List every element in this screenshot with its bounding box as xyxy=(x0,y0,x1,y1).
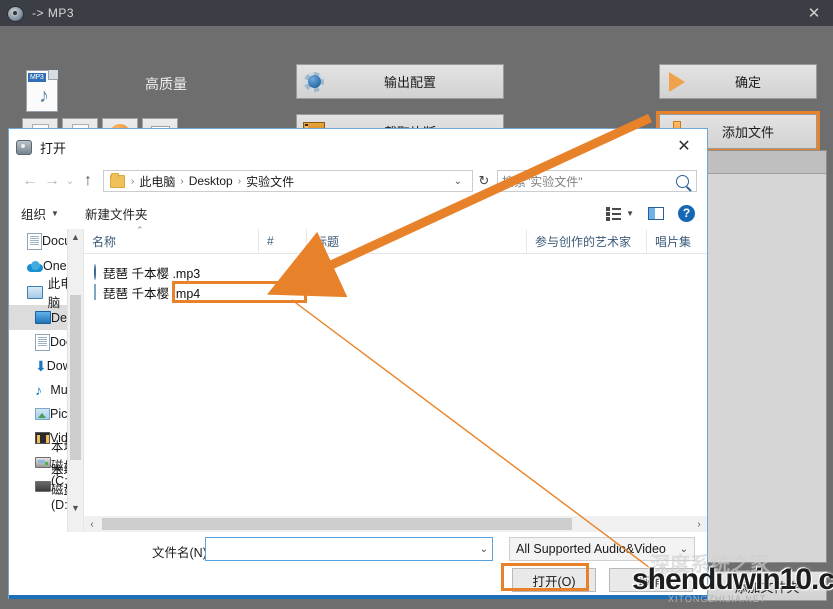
document-icon xyxy=(35,333,50,351)
watermark-text: shenduwin10.com xyxy=(632,563,833,596)
watermark-subtext: XITONGZHIJIA.NET xyxy=(668,594,767,604)
app-title: -> MP3 xyxy=(32,6,75,20)
dialog-footer: 文件名(N): ⌄ All Supported Audio&Video ⌄ 打开… xyxy=(9,532,707,599)
back-icon[interactable]: ← xyxy=(19,172,41,190)
file-queue-header xyxy=(708,151,826,174)
preview-pane-icon[interactable] xyxy=(648,206,664,220)
scroll-left-icon[interactable]: ‹ xyxy=(84,519,100,530)
scroll-right-icon[interactable]: › xyxy=(691,519,707,530)
output-config-button[interactable]: 输出配置 xyxy=(296,64,504,99)
view-layout-icon xyxy=(606,206,622,221)
dialog-close-button[interactable]: ✕ xyxy=(667,139,701,155)
navigation-bar: ← → ⌄ ↑ › 此电脑 › Desktop › 实验文件 ⌄ ↻ 搜索"实验… xyxy=(9,165,707,197)
search-input[interactable]: 搜索"实验文件" xyxy=(497,170,697,192)
scroll-up-icon[interactable]: ▲ xyxy=(68,229,83,244)
h-scroll-thumb[interactable] xyxy=(102,518,572,530)
column-header-artists[interactable]: 参与创作的艺术家 xyxy=(527,229,647,253)
dialog-accent-line xyxy=(9,595,707,599)
music-icon: ♪ xyxy=(35,382,42,398)
downloads-icon: ⬇ xyxy=(35,358,47,374)
dialog-app-icon xyxy=(15,139,32,155)
highlight-open-button xyxy=(501,563,589,591)
folder-icon xyxy=(110,172,125,188)
drive-d-icon xyxy=(35,480,51,492)
videos-icon xyxy=(35,432,50,444)
dialog-titlebar: 打开 ✕ xyxy=(9,129,707,165)
new-folder-label: 新建文件夹 xyxy=(84,207,148,222)
onedrive-icon xyxy=(27,260,43,272)
app-close-button[interactable]: ✕ xyxy=(801,6,827,21)
breadcrumb-sep: › xyxy=(237,175,242,187)
filename-input[interactable]: ⌄ xyxy=(205,537,493,561)
dialog-title: 打开 xyxy=(40,140,67,156)
breadcrumb-sep: › xyxy=(131,175,135,187)
command-bar: 组织 ▼ 新建文件夹 ▼ ? xyxy=(9,197,707,229)
view-tools: ▼ ? xyxy=(606,204,695,222)
filename-label: 文件名(N): xyxy=(152,546,211,560)
quality-label: 高质量 xyxy=(145,76,187,92)
list-item[interactable]: 琵琶 千本樱 .mp3 xyxy=(84,262,707,282)
breadcrumb[interactable]: › 此电脑 › Desktop › 实验文件 ⌄ xyxy=(103,170,473,192)
file-list: ⌃ 名称 # 标题 参与创作的艺术家 唱片集 琵琶 千本樱 .mp3 琵琶 千本… xyxy=(83,225,707,532)
search-placeholder: 搜索"实验文件" xyxy=(502,174,583,189)
column-header-album[interactable]: 唱片集 xyxy=(647,229,707,253)
help-icon[interactable]: ? xyxy=(678,204,695,222)
document-icon xyxy=(27,232,42,250)
column-headers: ⌃ 名称 # 标题 参与创作的艺术家 唱片集 xyxy=(84,225,707,254)
chevron-down-icon: ▼ xyxy=(626,208,634,218)
column-header-track[interactable]: # xyxy=(259,229,307,253)
organize-menu[interactable]: 组织 ▼ xyxy=(21,204,59,223)
h-scroll-track[interactable] xyxy=(100,518,691,530)
desktop-icon xyxy=(35,311,51,324)
tree-scroll-thumb[interactable] xyxy=(70,295,81,460)
chevron-down-icon[interactable]: ⌄ xyxy=(480,544,488,555)
column-header-title[interactable]: 标题 xyxy=(307,229,527,253)
search-icon[interactable] xyxy=(676,174,689,188)
organize-label: 组织 xyxy=(21,207,47,222)
disc-icon xyxy=(6,5,24,22)
gear-icon xyxy=(297,71,331,92)
dialog-main: Documents 📌 OneDrive 此电脑 Desktop Documen… xyxy=(9,225,707,532)
breadcrumb-item-0[interactable]: 此电脑 xyxy=(137,173,177,190)
breadcrumb-dropdown-icon[interactable]: ⌄ xyxy=(446,176,470,187)
output-config-label: 输出配置 xyxy=(383,75,436,90)
column-header-name[interactable]: 名称 xyxy=(84,229,259,253)
confirm-button[interactable]: 确定 xyxy=(659,64,817,99)
file-name: 琵琶 千本樱 .mp3 xyxy=(103,266,201,281)
recent-locations-icon[interactable]: ⌄ xyxy=(63,176,77,187)
scroll-down-icon[interactable]: ▼ xyxy=(68,500,83,515)
file-queue-panel[interactable] xyxy=(707,150,827,563)
video-file-icon xyxy=(94,284,96,300)
highlight-selected-file xyxy=(172,281,307,303)
app-titlebar: -> MP3 ✕ xyxy=(0,0,833,26)
audio-file-icon xyxy=(94,264,96,280)
view-layout-button[interactable]: ▼ xyxy=(606,206,634,221)
filter-value: All Supported Audio&Video xyxy=(516,542,666,556)
navigation-tree: Documents 📌 OneDrive 此电脑 Desktop Documen… xyxy=(9,229,83,532)
breadcrumb-sep: › xyxy=(180,175,184,187)
new-folder-button[interactable]: 新建文件夹 xyxy=(85,204,148,223)
mp3-file-icon: MP3 ♪ xyxy=(22,68,62,116)
confirm-label: 确定 xyxy=(734,75,761,90)
this-pc-icon xyxy=(27,285,48,299)
arrow-right-icon xyxy=(660,71,694,92)
up-icon[interactable]: ↑ xyxy=(77,172,99,190)
refresh-icon[interactable]: ↻ xyxy=(473,173,495,189)
breadcrumb-item-2[interactable]: 实验文件 xyxy=(244,173,296,190)
breadcrumb-item-1[interactable]: Desktop xyxy=(187,174,235,188)
add-file-label: 添加文件 xyxy=(721,125,774,140)
forward-icon[interactable]: → xyxy=(41,172,63,190)
drive-c-icon xyxy=(35,456,51,468)
horizontal-scrollbar[interactable]: ‹ › xyxy=(84,516,707,532)
open-file-dialog: 打开 ✕ ← → ⌄ ↑ › 此电脑 › Desktop › 实验文件 ⌄ ↻ … xyxy=(8,128,708,599)
chevron-down-icon: ▼ xyxy=(51,208,59,218)
pictures-icon xyxy=(35,408,50,420)
tree-scrollbar[interactable]: ▲ ▼ xyxy=(67,229,83,532)
